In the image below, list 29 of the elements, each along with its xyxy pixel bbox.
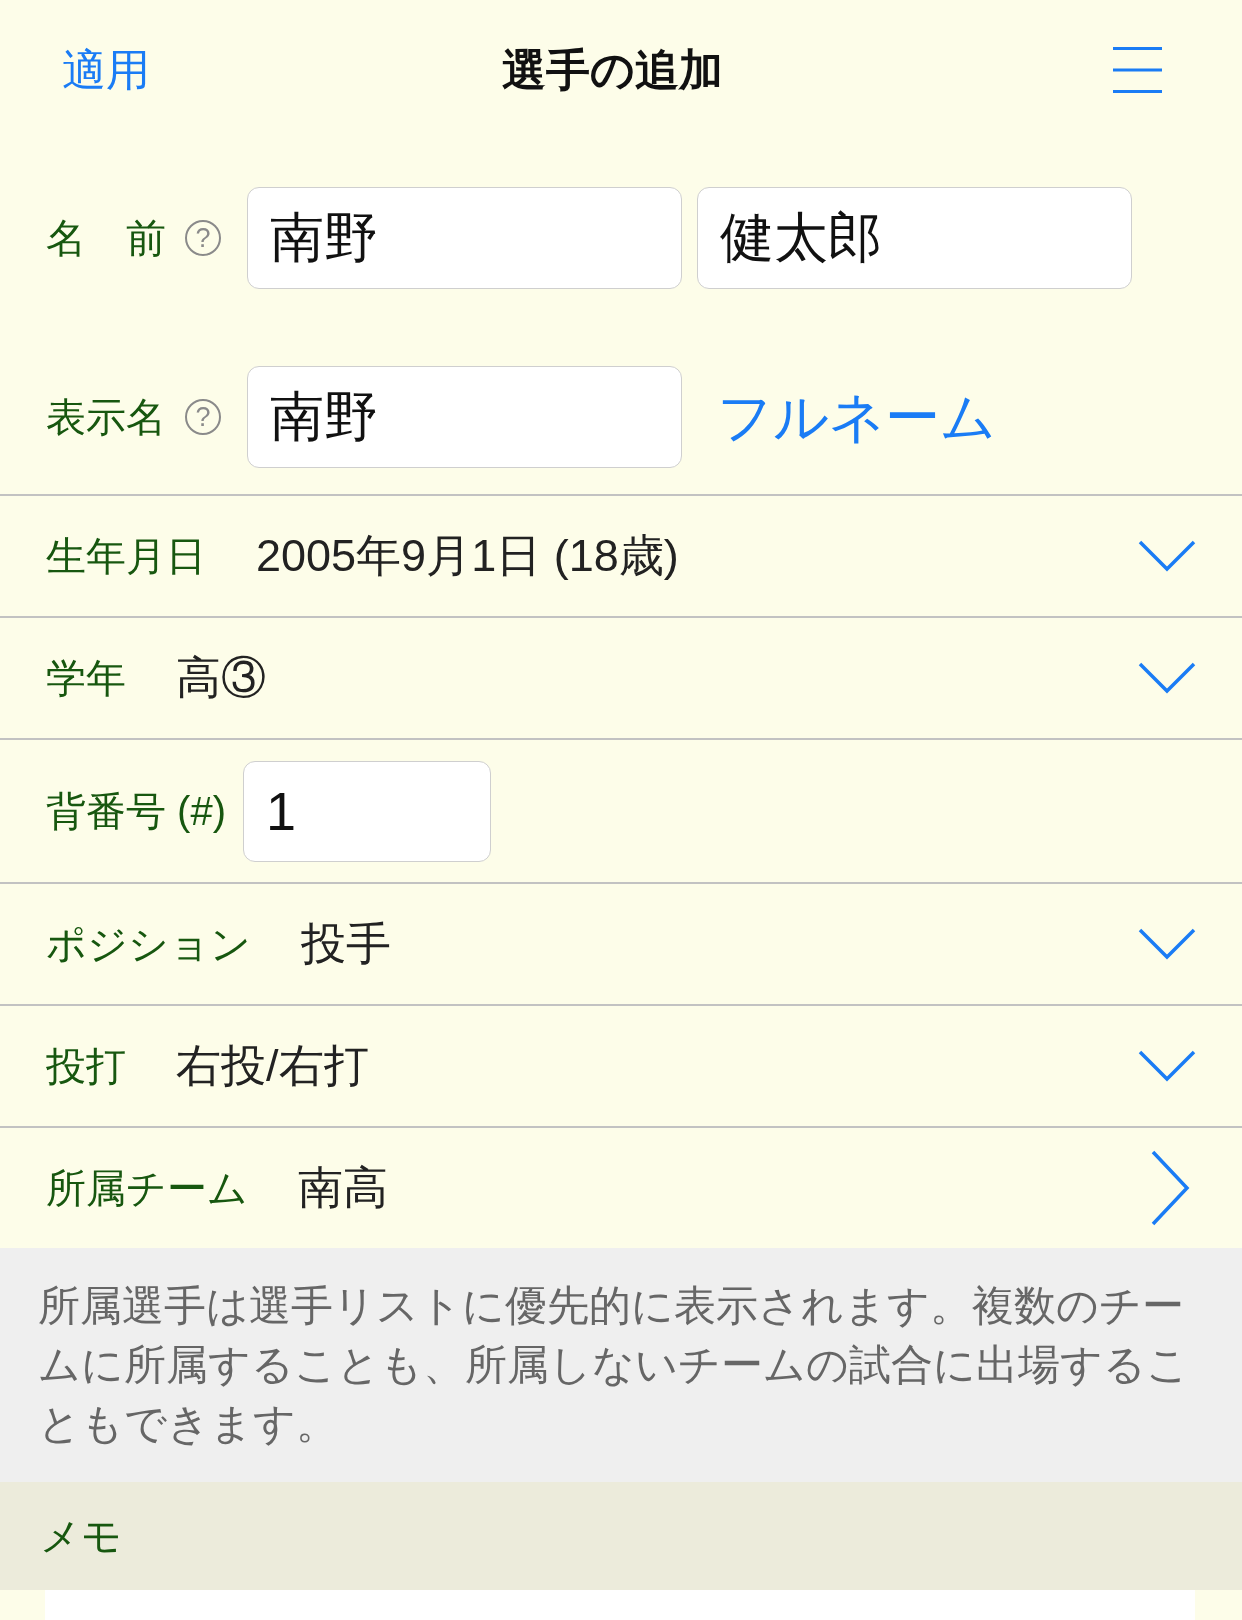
display-name-label: 表示名 [46,394,167,441]
memo-field[interactable] [45,1590,1195,1620]
chevron-down-icon[interactable] [1138,662,1196,694]
field-label: ポジション [46,921,251,968]
chevron-down-icon[interactable] [1138,540,1196,572]
field-label: 生年月日 [46,533,206,580]
last-name-input[interactable]: 南野 [247,187,682,289]
apply-button[interactable]: 適用 [62,43,150,97]
field-value: 右投/右打 [176,1039,369,1093]
page-title: 選手の追加 [501,43,723,96]
memo-label: メモ [40,1513,122,1560]
menu-icon[interactable] [1113,47,1162,93]
chevron-down-icon[interactable] [1138,1050,1196,1082]
team-note-text: 所属選手は選手リストに優先的に表示されます。複数のチームに所属することも、所属しないチームの試合に出場することもできます。 [38,1281,1190,1449]
display-name-input[interactable]: 南野 [247,366,682,468]
field-value: 南高 [298,1161,388,1215]
full-name-link[interactable]: フルネーム [717,384,996,450]
field-label: 学年 [46,655,126,702]
first-name-input[interactable]: 健太郎 [697,187,1132,289]
chevron-down-icon[interactable] [1138,928,1196,960]
field-value: 高③ [176,651,266,705]
number-input[interactable]: 1 [243,760,491,862]
field-value: 2005年9月1日 (18歳) [256,529,679,583]
field-label: 投打 [46,1043,126,1090]
chevron-right-icon[interactable] [1150,1150,1190,1226]
name-label: 名 前 [46,215,167,262]
field-value: 投手 [301,917,391,971]
field-label: 所属チーム [46,1165,248,1212]
field-label: 背番号 (#) [46,788,226,835]
